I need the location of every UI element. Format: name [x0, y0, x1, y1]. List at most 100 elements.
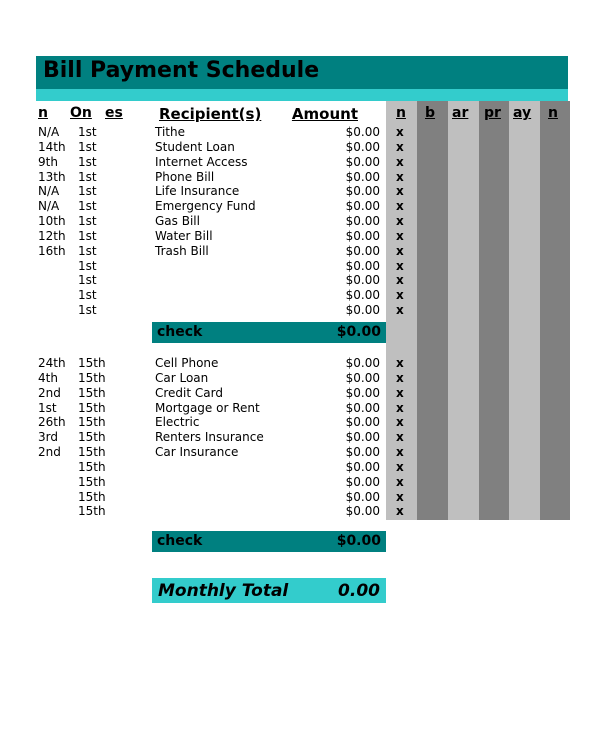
- bill-method-mark[interactable]: x: [396, 445, 410, 460]
- bill-due-on-cell[interactable]: 1st: [78, 170, 108, 185]
- bill-when-paid-cell[interactable]: 16th: [38, 244, 74, 259]
- bill-method-mark[interactable]: x: [396, 155, 410, 170]
- bill-due-on-cell[interactable]: 1st: [78, 199, 108, 214]
- bill-when-paid-cell[interactable]: N/A: [38, 125, 74, 140]
- bill-due-on-cell[interactable]: 15th: [78, 371, 108, 386]
- bill-due-on-cell[interactable]: 15th: [78, 460, 108, 475]
- bill-method-mark[interactable]: x: [396, 303, 410, 318]
- bill-amount-cell[interactable]: $0.00: [300, 415, 380, 430]
- bill-when-paid-cell[interactable]: 12th: [38, 229, 74, 244]
- bill-amount-cell[interactable]: $0.00: [300, 386, 380, 401]
- bill-method-mark[interactable]: x: [396, 401, 410, 416]
- bill-amount-cell[interactable]: $0.00: [300, 460, 380, 475]
- bill-amount-cell[interactable]: $0.00: [300, 371, 380, 386]
- bill-due-on-cell[interactable]: 1st: [78, 288, 108, 303]
- bill-amount-cell[interactable]: $0.00: [300, 430, 380, 445]
- bill-when-paid-cell[interactable]: 3rd: [38, 430, 74, 445]
- bill-when-paid-cell[interactable]: N/A: [38, 184, 74, 199]
- bill-due-on-cell[interactable]: 15th: [78, 475, 108, 490]
- bill-recipient-cell[interactable]: Trash Bill: [155, 244, 209, 259]
- bill-method-mark[interactable]: x: [396, 199, 410, 214]
- bill-when-paid-cell[interactable]: 4th: [38, 371, 74, 386]
- bill-method-mark[interactable]: x: [396, 184, 410, 199]
- bill-amount-cell[interactable]: $0.00: [300, 259, 380, 274]
- bill-due-on-cell[interactable]: 15th: [78, 356, 108, 371]
- bill-method-mark[interactable]: x: [396, 170, 410, 185]
- bill-due-on-cell[interactable]: 15th: [78, 415, 108, 430]
- bill-due-on-cell[interactable]: 15th: [78, 490, 108, 505]
- bill-method-mark[interactable]: x: [396, 460, 410, 475]
- bill-method-mark[interactable]: x: [396, 371, 410, 386]
- bill-due-on-cell[interactable]: 1st: [78, 244, 108, 259]
- table-row[interactable]: 1st $0.00 x: [0, 273, 600, 288]
- bill-amount-cell[interactable]: $0.00: [300, 490, 380, 505]
- bill-due-on-cell[interactable]: 1st: [78, 140, 108, 155]
- table-row[interactable]: 12th 1st Water Bill $0.00 x: [0, 229, 600, 244]
- bill-due-on-cell[interactable]: 15th: [78, 430, 108, 445]
- bill-when-paid-cell[interactable]: 14th: [38, 140, 74, 155]
- bill-when-paid-cell[interactable]: 9th: [38, 155, 74, 170]
- bill-recipient-cell[interactable]: Electric: [155, 415, 199, 430]
- bill-when-paid-cell[interactable]: 13th: [38, 170, 74, 185]
- bill-recipient-cell[interactable]: Credit Card: [155, 386, 223, 401]
- bill-amount-cell[interactable]: $0.00: [300, 140, 380, 155]
- table-row[interactable]: N/A 1st Tithe $0.00 x: [0, 125, 600, 140]
- table-row[interactable]: 1st $0.00 x: [0, 303, 600, 318]
- bill-amount-cell[interactable]: $0.00: [300, 288, 380, 303]
- bill-recipient-cell[interactable]: Cell Phone: [155, 356, 218, 371]
- bill-recipient-cell[interactable]: Water Bill: [155, 229, 213, 244]
- bill-when-paid-cell[interactable]: 24th: [38, 356, 74, 371]
- bill-due-on-cell[interactable]: 1st: [78, 273, 108, 288]
- bill-when-paid-cell[interactable]: 26th: [38, 415, 74, 430]
- bill-when-paid-cell[interactable]: 2nd: [38, 445, 74, 460]
- bill-method-mark[interactable]: x: [396, 356, 410, 371]
- bill-recipient-cell[interactable]: Life Insurance: [155, 184, 239, 199]
- table-row[interactable]: 15th $0.00 x: [0, 460, 600, 475]
- bill-method-mark[interactable]: x: [396, 288, 410, 303]
- table-row[interactable]: 13th 1st Phone Bill $0.00 x: [0, 170, 600, 185]
- bill-method-mark[interactable]: x: [396, 504, 410, 519]
- bill-due-on-cell[interactable]: 1st: [78, 259, 108, 274]
- bill-method-mark[interactable]: x: [396, 490, 410, 505]
- bill-recipient-cell[interactable]: Renters Insurance: [155, 430, 264, 445]
- table-row[interactable]: 26th 15th Electric $0.00 x: [0, 415, 600, 430]
- table-row[interactable]: 1st $0.00 x: [0, 259, 600, 274]
- table-row[interactable]: 16th 1st Trash Bill $0.00 x: [0, 244, 600, 259]
- table-row[interactable]: N/A 1st Emergency Fund $0.00 x: [0, 199, 600, 214]
- bill-amount-cell[interactable]: $0.00: [300, 125, 380, 140]
- bill-due-on-cell[interactable]: 15th: [78, 504, 108, 519]
- bill-due-on-cell[interactable]: 15th: [78, 401, 108, 416]
- bill-amount-cell[interactable]: $0.00: [300, 273, 380, 288]
- bill-amount-cell[interactable]: $0.00: [300, 303, 380, 318]
- table-row[interactable]: 1st $0.00 x: [0, 288, 600, 303]
- bill-method-mark[interactable]: x: [396, 229, 410, 244]
- bill-amount-cell[interactable]: $0.00: [300, 356, 380, 371]
- bill-due-on-cell[interactable]: 1st: [78, 184, 108, 199]
- table-row[interactable]: 15th $0.00 x: [0, 475, 600, 490]
- bill-method-mark[interactable]: x: [396, 140, 410, 155]
- bill-method-mark[interactable]: x: [396, 214, 410, 229]
- bill-amount-cell[interactable]: $0.00: [300, 199, 380, 214]
- bill-amount-cell[interactable]: $0.00: [300, 229, 380, 244]
- bill-due-on-cell[interactable]: 1st: [78, 303, 108, 318]
- bill-due-on-cell[interactable]: 15th: [78, 445, 108, 460]
- table-row[interactable]: N/A 1st Life Insurance $0.00 x: [0, 184, 600, 199]
- bill-recipient-cell[interactable]: Tithe: [155, 125, 185, 140]
- bill-method-mark[interactable]: x: [396, 430, 410, 445]
- bill-method-mark[interactable]: x: [396, 273, 410, 288]
- table-row[interactable]: 15th $0.00 x: [0, 490, 600, 505]
- bill-due-on-cell[interactable]: 1st: [78, 214, 108, 229]
- table-row[interactable]: 10th 1st Gas Bill $0.00 x: [0, 214, 600, 229]
- table-row[interactable]: 15th $0.00 x: [0, 504, 600, 519]
- bill-due-on-cell[interactable]: 1st: [78, 229, 108, 244]
- bill-when-paid-cell[interactable]: 10th: [38, 214, 74, 229]
- bill-due-on-cell[interactable]: 15th: [78, 386, 108, 401]
- bill-amount-cell[interactable]: $0.00: [300, 475, 380, 490]
- bill-amount-cell[interactable]: $0.00: [300, 155, 380, 170]
- bill-method-mark[interactable]: x: [396, 386, 410, 401]
- table-row[interactable]: 4th 15th Car Loan $0.00 x: [0, 371, 600, 386]
- bill-method-mark[interactable]: x: [396, 259, 410, 274]
- bill-amount-cell[interactable]: $0.00: [300, 244, 380, 259]
- bill-amount-cell[interactable]: $0.00: [300, 401, 380, 416]
- bill-amount-cell[interactable]: $0.00: [300, 504, 380, 519]
